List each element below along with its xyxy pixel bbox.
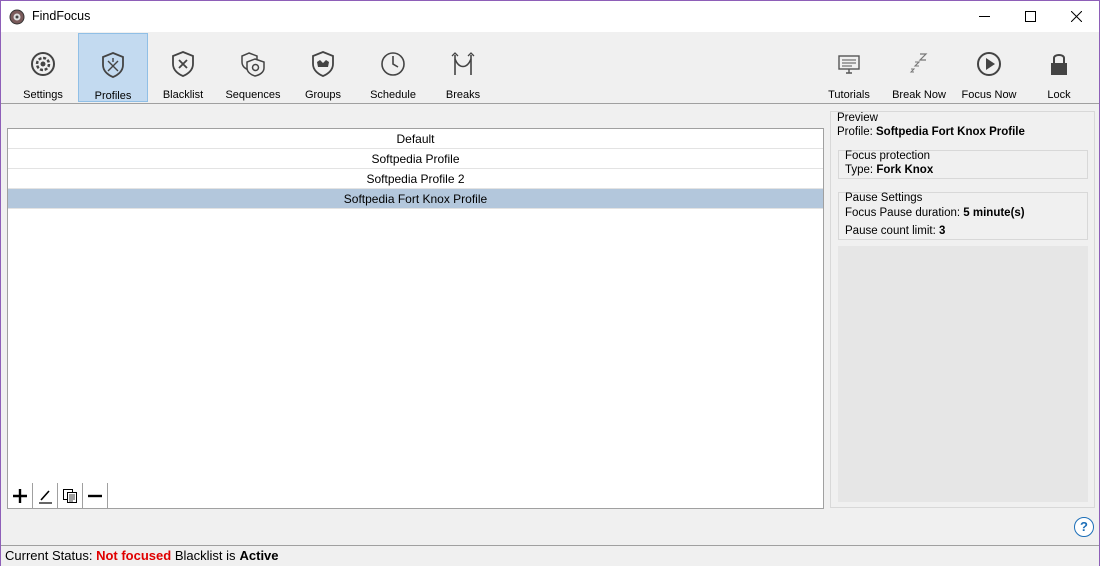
toolbar-focus-now-label: Focus Now — [961, 89, 1017, 101]
preview-panel: Preview Profile: Softpedia Fort Knox Pro… — [830, 111, 1095, 508]
copy-profile-button[interactable] — [58, 483, 83, 508]
edit-profile-button[interactable] — [33, 483, 58, 508]
toolbar-groups-label: Groups — [304, 89, 342, 101]
toolbar-lock-button[interactable]: Lock — [1024, 33, 1094, 102]
preview-profile: Profile: Softpedia Fort Knox Profile — [837, 126, 1025, 138]
blacklist-status-value: Active — [239, 548, 279, 563]
pause-settings-title: Pause Settings — [845, 192, 923, 204]
remove-profile-button[interactable] — [83, 483, 108, 508]
profile-row-label: Softpedia Profile — [371, 152, 460, 166]
monitor-icon — [838, 55, 860, 74]
profile-row-default[interactable]: Default — [8, 129, 823, 149]
toolbar-sequences-button[interactable]: Sequences — [218, 33, 288, 102]
shield-profile-icon — [102, 52, 124, 78]
pause-duration: Focus Pause duration: 5 minute(s) — [845, 207, 1025, 219]
pause-count-limit: Pause count limit: 3 — [845, 225, 946, 237]
pencil-icon — [39, 489, 52, 504]
close-button[interactable] — [1053, 1, 1099, 32]
pause-settings-group: Pause Settings Focus Pause duration: 5 m… — [838, 192, 1088, 240]
toolbar-breaks-button[interactable]: Breaks — [428, 33, 498, 102]
toolbar-groups-button[interactable]: Groups — [288, 33, 358, 102]
focus-protection-title: Focus protection — [845, 150, 931, 162]
toolbar-blacklist-button[interactable]: Blacklist — [148, 33, 218, 102]
status-bar: Current Status: Not focused Blacklist is… — [1, 545, 1099, 566]
window-title: FindFocus — [32, 9, 91, 23]
main-toolbar: Settings Profiles Blacklist Sequences Gr… — [1, 32, 1099, 104]
title-bar: FindFocus — [1, 1, 1099, 32]
minus-icon — [88, 494, 102, 497]
focus-protection-group: Focus protection Type: Fork Knox — [838, 150, 1088, 179]
toolbar-tutorials-button[interactable]: Tutorials — [814, 33, 884, 102]
focus-protection-type: Type: Fork Knox — [845, 164, 934, 176]
close-icon — [1070, 11, 1082, 22]
toolbar-lock-label: Lock — [1047, 89, 1071, 101]
toolbar-profiles-button[interactable]: Profiles — [78, 33, 148, 102]
toolbar-focus-now-button[interactable]: Focus Now — [954, 33, 1024, 102]
stacked-shields-icon — [241, 52, 265, 77]
toolbar-blacklist-label: Blacklist — [162, 89, 204, 101]
list-toolbar — [7, 483, 824, 509]
toolbar-profiles-label: Profiles — [94, 90, 132, 102]
maximize-icon — [1024, 11, 1036, 22]
toolbar-settings-button[interactable]: Settings — [8, 33, 78, 102]
preview-title: Preview — [837, 112, 878, 124]
app-logo-icon — [9, 9, 25, 25]
add-profile-button[interactable] — [8, 483, 33, 508]
minimize-icon — [978, 16, 990, 17]
toolbar-break-now-label: Break Now — [892, 89, 946, 101]
toolbar-tutorials-label: Tutorials — [828, 89, 870, 101]
toolbar-schedule-button[interactable]: Schedule — [358, 33, 428, 102]
status-label: Current Status: — [5, 548, 93, 563]
toolbar-schedule-label: Schedule — [370, 89, 416, 101]
copy-icon — [63, 488, 77, 503]
toolbar-sequences-label: Sequences — [225, 89, 281, 101]
gear-icon — [31, 52, 55, 76]
help-button[interactable]: ? — [1074, 517, 1094, 537]
profile-row-label: Softpedia Fort Knox Profile — [343, 192, 488, 206]
padlock-icon — [1051, 54, 1067, 75]
blacklist-status-label: Blacklist is — [174, 548, 236, 563]
plus-icon — [13, 488, 27, 503]
focus-status-value: Not focused — [96, 548, 172, 563]
minimize-button[interactable] — [961, 1, 1007, 32]
maximize-button[interactable] — [1007, 1, 1053, 32]
preview-profile-value: Softpedia Fort Knox Profile — [876, 126, 1025, 138]
shield-group-icon — [312, 51, 334, 77]
hammock-icon — [451, 52, 475, 75]
shield-x-icon — [172, 51, 194, 77]
sleep-zz-icon — [909, 53, 928, 73]
app-window: FindFocus Settings Profiles Blacklist Se… — [0, 0, 1100, 566]
profile-row-fort-knox[interactable]: Softpedia Fort Knox Profile — [8, 189, 823, 209]
profile-row-softpedia-2[interactable]: Softpedia Profile 2 — [8, 169, 823, 189]
profile-row-label: Default — [396, 132, 435, 146]
play-circle-icon — [977, 52, 1001, 76]
toolbar-settings-label: Settings — [23, 89, 63, 101]
profile-row-softpedia[interactable]: Softpedia Profile — [8, 149, 823, 169]
profiles-list[interactable]: Default Softpedia Profile Softpedia Prof… — [7, 128, 824, 484]
toolbar-breaks-label: Breaks — [445, 89, 481, 101]
clock-icon — [381, 52, 405, 76]
profile-row-label: Softpedia Profile 2 — [366, 172, 465, 186]
toolbar-break-now-button[interactable]: Break Now — [884, 33, 954, 102]
preview-blank-area — [838, 246, 1088, 502]
